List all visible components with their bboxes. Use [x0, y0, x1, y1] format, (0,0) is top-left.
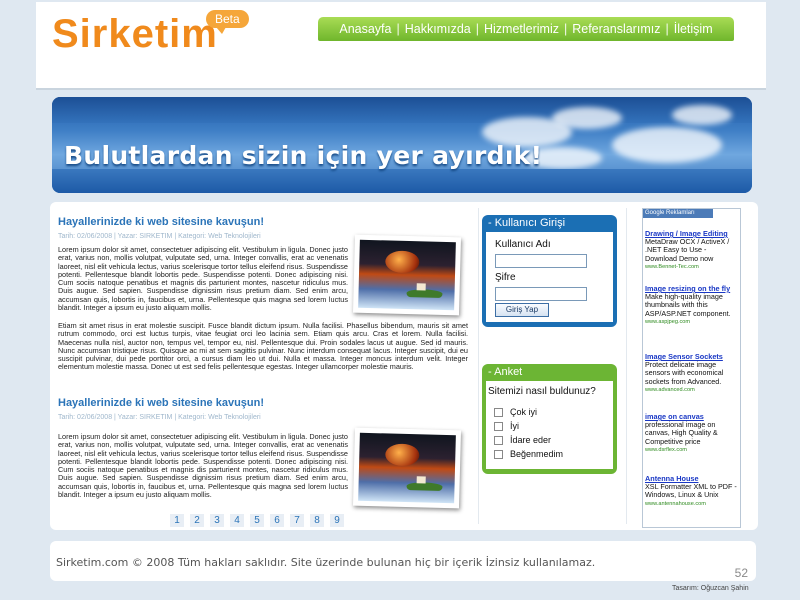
banner-stripe [52, 97, 752, 123]
planet-shape [385, 443, 420, 467]
main-nav: Anasayfa | Hakkımızda | Hizmetlerimiz | … [318, 17, 734, 41]
ad-item: Image Sensor Sockets Protect delicate im… [645, 352, 737, 394]
page-link[interactable]: 8 [310, 514, 324, 527]
main-content: Hayallerinizde ki web sitesine kavuşun! … [50, 202, 758, 530]
login-title: - Kullanıcı Girişi [488, 217, 566, 229]
page-link[interactable]: 5 [250, 514, 264, 527]
poll-box: - Anket Sitemizi nasıl buldunuz? Çok iyi… [482, 364, 617, 474]
ad-item: Drawing / Image Editing MetaDraw OCX / A… [645, 229, 737, 271]
poll-option[interactable]: Beğenmedim [494, 449, 563, 459]
page-link[interactable]: 4 [230, 514, 244, 527]
nav-separator: | [475, 22, 479, 36]
nav-separator: | [665, 22, 669, 36]
checkbox[interactable] [494, 435, 503, 445]
password-label: Şifre [495, 272, 516, 283]
poll-option[interactable]: İyi [494, 421, 519, 431]
nav-item-hakkimizda[interactable]: Hakkımızda [405, 22, 471, 36]
page-link[interactable]: 2 [190, 514, 204, 527]
ad-url[interactable]: www.dsrflex.com [645, 446, 737, 454]
checkbox[interactable] [494, 449, 503, 459]
banner-stripe [52, 169, 752, 193]
ads-header[interactable]: Google Reklamları [643, 209, 713, 218]
nav-item-referanslarimiz[interactable]: Referanslarımız [572, 22, 660, 36]
article-image [352, 427, 462, 509]
poll-option-label: İdare eder [510, 435, 552, 445]
article-meta: Tarih: 02/06/2008 | Yazar: SIRKETIM | Ka… [58, 233, 261, 240]
poll-question: Sitemizi nasıl buldunuz? [488, 386, 596, 397]
password-input[interactable] [495, 287, 587, 301]
poll-option-label: Çok iyi [510, 407, 538, 417]
page-link[interactable]: 3 [210, 514, 224, 527]
article-title[interactable]: Hayallerinizde ki web sitesine kavuşun! [58, 397, 264, 409]
username-input[interactable] [495, 254, 587, 268]
login-body: Kullanıcı Adı Şifre Giriş Yap [486, 232, 613, 322]
article-image [352, 234, 462, 316]
poll-body: Sitemizi nasıl buldunuz? Çok iyi İyi İda… [486, 381, 613, 469]
article-text: Lorem ipsum dolor sit amet, consectetuer… [58, 245, 348, 313]
poll-option[interactable]: Çok iyi [494, 407, 537, 417]
planet-image [358, 432, 456, 504]
banner-slogan: Bulutlardan sizin için yer ayırdık! [64, 141, 543, 170]
beta-badge: Beta [206, 10, 249, 34]
hero-banner: Bulutlardan sizin için yer ayırdık! [52, 97, 752, 193]
ad-item: Image resizing on the fly Make high-qual… [645, 284, 737, 326]
article-title[interactable]: Hayallerinizde ki web sitesine kavuşun! [58, 216, 264, 228]
ad-description: Protect delicate image sensors with econ… [645, 360, 724, 386]
poll-option-label: İyi [510, 421, 519, 431]
nav-item-anasayfa[interactable]: Anasayfa [339, 22, 391, 36]
nav-item-hizmetlerimiz[interactable]: Hizmetlerimiz [484, 22, 559, 36]
cloud-shape [672, 105, 732, 125]
site-logo[interactable]: Sirketim [52, 12, 218, 57]
ad-url[interactable]: www.advanced.com [645, 386, 737, 394]
article-text: Etiam sit amet risus in erat molestie su… [58, 321, 468, 372]
nav-item-iletisim[interactable]: İletişim [674, 22, 713, 36]
house-shape [416, 283, 426, 291]
login-button[interactable]: Giriş Yap [495, 303, 549, 317]
poll-option-label: Beğenmedim [510, 449, 564, 459]
ad-item: image on canvas professional image on ca… [645, 412, 737, 454]
ad-sidebar: Google Reklamları Drawing / Image Editin… [642, 208, 741, 528]
article-meta: Tarih: 02/06/2008 | Yazar: SIRKETIM | Ka… [58, 414, 261, 421]
ad-description: XSL Formatter XML to PDF - Windows, Linu… [645, 482, 737, 500]
ad-url[interactable]: www.antennahouse.com [645, 500, 737, 508]
planet-shape [385, 250, 420, 274]
planet-image [358, 239, 456, 311]
username-label: Kullanıcı Adı [495, 239, 551, 250]
page-link[interactable]: 9 [330, 514, 344, 527]
pagination: 1 2 3 4 5 6 7 8 9 [170, 514, 344, 527]
site-header: Sirketim Beta Anasayfa | Hakkımızda | Hi… [36, 2, 766, 90]
ad-description: Make high-quality image thumbnails with … [645, 292, 731, 318]
ad-description: professional image on canvas, High Quali… [645, 420, 718, 446]
ad-url[interactable]: www.aspjpeg.com [645, 318, 737, 326]
design-credit: Tasarım: Oğuzcan Şahin [672, 585, 749, 592]
checkbox[interactable] [494, 421, 503, 431]
column-divider [626, 208, 627, 524]
poll-title: - Anket [488, 366, 523, 378]
page-link[interactable]: 1 [170, 514, 184, 527]
nav-separator: | [396, 22, 400, 36]
copyright-text: Sirketim.com © 2008 Tüm hakları saklıdır… [56, 556, 596, 569]
ad-description: MetaDraw OCX / ActiveX / .NET Easy to Us… [645, 237, 730, 263]
poll-option[interactable]: İdare eder [494, 435, 551, 445]
ad-url[interactable]: www.Bennet-Tec.com [645, 263, 737, 271]
nav-separator: | [563, 22, 568, 36]
ad-item: Antenna House XSL Formatter XML to PDF -… [645, 474, 737, 508]
cloud-shape [552, 107, 622, 129]
cloud-shape [612, 127, 722, 163]
site-footer: Sirketim.com © 2008 Tüm hakları saklıdır… [50, 541, 756, 581]
checkbox[interactable] [494, 407, 503, 417]
column-divider [478, 208, 479, 524]
page-link[interactable]: 6 [270, 514, 284, 527]
login-box: - Kullanıcı Girişi Kullanıcı Adı Şifre G… [482, 215, 617, 327]
article-text: Lorem ipsum dolor sit amet, consectetuer… [58, 432, 348, 500]
house-shape [416, 476, 426, 484]
page-link[interactable]: 7 [290, 514, 304, 527]
visitor-count: 52 [734, 566, 748, 580]
